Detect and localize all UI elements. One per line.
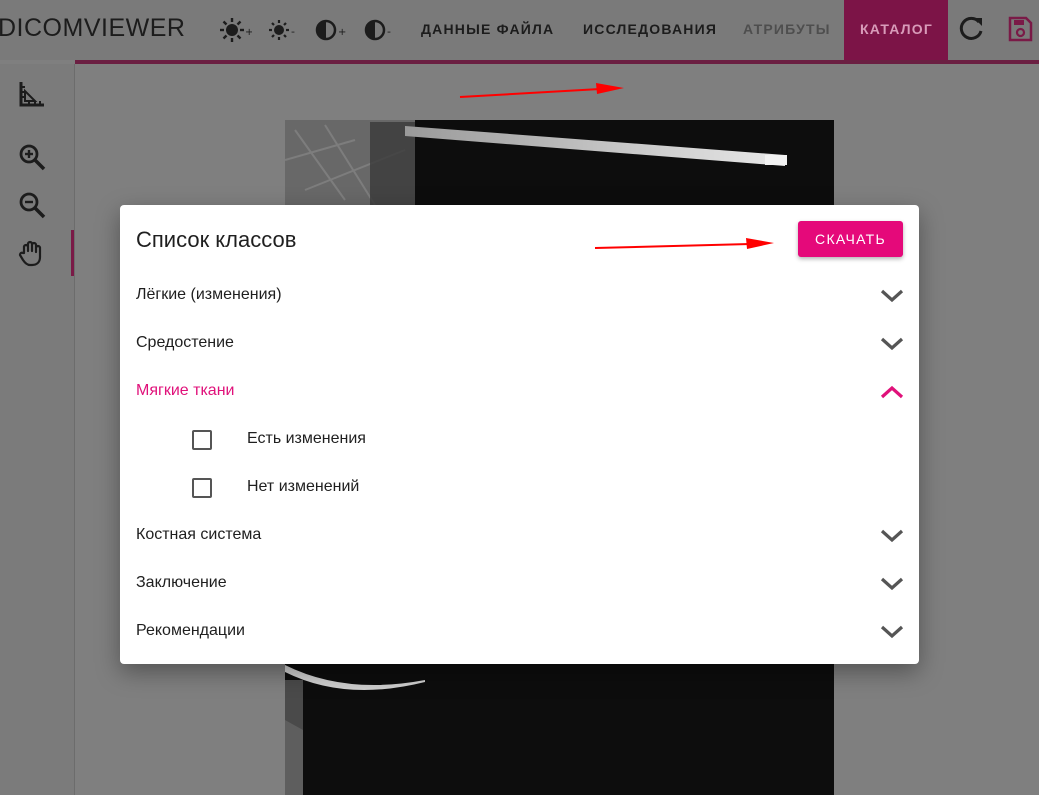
top-app-bar: DICOMVIEWER + - + - ДАННЫЕ ФАЙЛА ИССЛЕДО… (0, 0, 1039, 60)
tab-file-data[interactable]: ДАННЫЕ ФАЙЛА (421, 0, 554, 60)
app-brand: DICOMVIEWER (0, 14, 185, 43)
tab-studies[interactable]: ИССЛЕДОВАНИЯ (583, 0, 717, 60)
section-conclusion[interactable]: Заключение (120, 560, 919, 608)
contrast-down-icon[interactable]: - (361, 14, 395, 46)
section-label: Заключение (136, 574, 227, 591)
option-no-changes[interactable]: Нет изменений (120, 464, 919, 512)
svg-text:+: + (338, 27, 346, 38)
checkbox[interactable] (192, 478, 212, 498)
svg-text:-: - (387, 25, 391, 38)
dicom-viewer-page: DICOMVIEWER + - + - ДАННЫЕ ФАЙЛА ИССЛЕДО… (0, 0, 1039, 795)
section-recommendations[interactable]: Рекомендации (120, 608, 919, 656)
section-label: Лёгкие (изменения) (136, 286, 282, 303)
section-skeletal-system[interactable]: Костная система (120, 512, 919, 560)
annotation-arrow-top (459, 83, 624, 98)
tab-attributes[interactable]: АТРИБУТЫ (743, 0, 831, 60)
section-label: Рекомендации (136, 622, 245, 639)
chevron-down-icon[interactable] (878, 332, 906, 356)
section-lungs[interactable]: Лёгкие (изменения) (120, 272, 919, 320)
svg-text:-: - (291, 25, 295, 38)
chevron-down-icon[interactable] (878, 572, 906, 596)
chevron-down-icon[interactable] (878, 620, 906, 644)
brightness-up-icon[interactable]: + (218, 14, 253, 46)
pan-hand-icon[interactable] (17, 238, 47, 268)
class-list-dialog: Список классов СКАЧАТЬ Лёгкие (изменения… (120, 205, 919, 664)
chevron-down-icon[interactable] (878, 284, 906, 308)
save-icon[interactable] (1005, 14, 1035, 44)
section-label: Костная система (136, 526, 262, 543)
option-label: Есть изменения (247, 430, 366, 447)
topbar-accent-line (75, 60, 1039, 64)
tab-catalog[interactable]: КАТАЛОГ (844, 0, 948, 60)
ruler-icon[interactable] (17, 79, 47, 109)
section-label: Средостение (136, 334, 234, 351)
section-label: Мягкие ткани (136, 382, 235, 399)
brightness-down-icon[interactable]: - (265, 14, 299, 46)
zoom-in-icon[interactable] (17, 142, 47, 172)
chevron-up-icon[interactable] (878, 380, 906, 404)
contrast-up-icon[interactable]: + (312, 14, 346, 46)
brand-prefix: DICOM (0, 14, 84, 42)
section-soft-tissue[interactable]: Мягкие ткани (120, 368, 919, 416)
tool-sidebar (0, 64, 75, 795)
section-mediastinum[interactable]: Средостение (120, 320, 919, 368)
brand-suffix: VIEWER (83, 14, 186, 42)
active-tool-indicator (71, 230, 74, 276)
zoom-out-icon[interactable] (17, 190, 47, 220)
chevron-down-icon[interactable] (878, 524, 906, 548)
dialog-title: Список классов (136, 227, 297, 252)
download-button[interactable]: СКАЧАТЬ (798, 221, 903, 257)
option-has-changes[interactable]: Есть изменения (120, 416, 919, 464)
svg-text:+: + (245, 27, 252, 38)
checkbox[interactable] (192, 430, 212, 450)
option-label: Нет изменений (247, 478, 360, 495)
refresh-icon[interactable] (956, 14, 986, 44)
